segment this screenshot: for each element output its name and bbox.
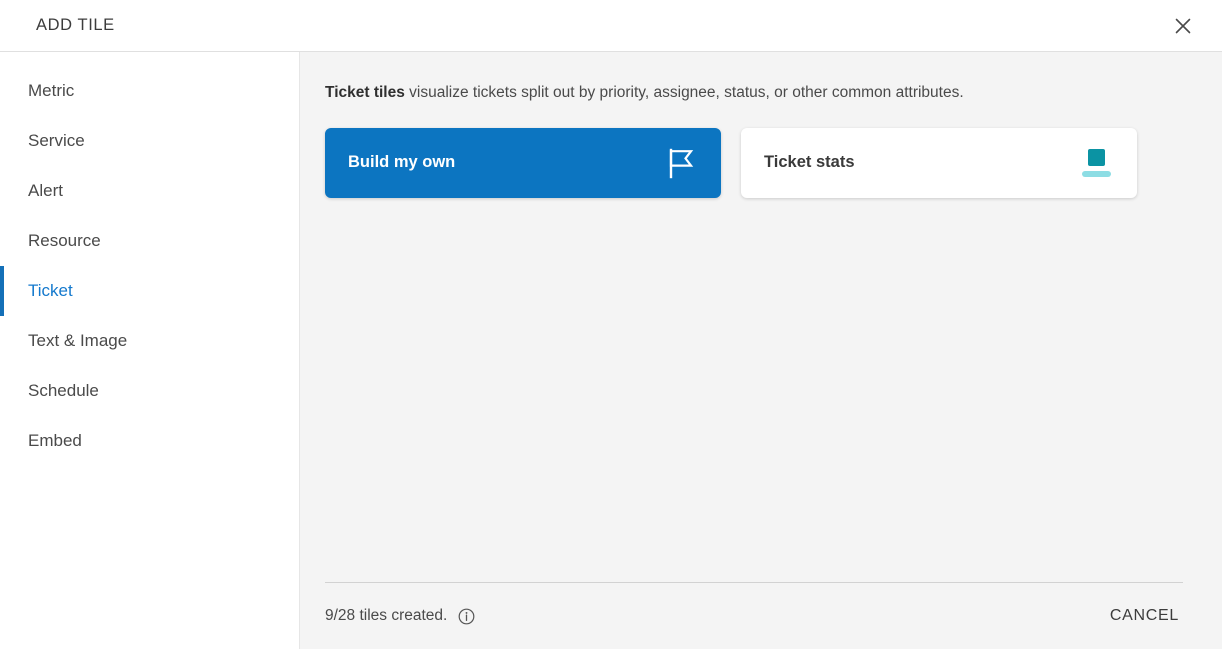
flag-icon <box>660 143 700 183</box>
tile-options-grid: Build my own Ticket stats <box>325 127 1183 198</box>
sidebar-item-label: Resource <box>28 231 101 250</box>
sidebar-item-label: Text & Image <box>28 331 128 350</box>
sidebar-item-label: Ticket <box>28 281 73 300</box>
close-button[interactable] <box>1166 9 1200 43</box>
tile-option-ticket-stats[interactable]: Ticket stats <box>741 127 1137 198</box>
tile-option-label: Build my own <box>348 153 456 172</box>
sidebar-item-label: Alert <box>28 181 63 200</box>
info-icon[interactable] <box>458 608 475 625</box>
sidebar-item-label: Metric <box>28 81 75 100</box>
sidebar-item-alert[interactable]: Alert <box>0 166 299 216</box>
category-sidebar: Metric Service Alert Resource Ticket Tex… <box>0 52 300 649</box>
dialog-body: Metric Service Alert Resource Ticket Tex… <box>0 52 1222 649</box>
sidebar-item-label: Service <box>28 131 85 150</box>
add-tile-dialog: ADD TILE Metric Service Alert Resource T… <box>0 0 1222 649</box>
sidebar-item-embed[interactable]: Embed <box>0 416 299 466</box>
tile-option-label: Ticket stats <box>764 153 855 172</box>
content-panel: Ticket tiles visualize tickets split out… <box>300 52 1222 649</box>
close-icon <box>1172 15 1194 37</box>
sidebar-item-ticket[interactable]: Ticket <box>0 266 299 316</box>
sidebar-item-resource[interactable]: Resource <box>0 216 299 266</box>
category-description-rest: visualize tickets split out by priority,… <box>404 84 964 101</box>
category-description: Ticket tiles visualize tickets split out… <box>325 82 1183 104</box>
tile-option-build-my-own[interactable]: Build my own <box>325 127 721 198</box>
page-title: ADD TILE <box>36 16 115 34</box>
cancel-button[interactable]: CANCEL <box>1106 601 1183 631</box>
dialog-header: ADD TILE <box>0 0 1222 52</box>
sidebar-item-text-and-image[interactable]: Text & Image <box>0 316 299 366</box>
category-description-strong: Ticket tiles <box>325 84 405 101</box>
tiles-created-count: 9/28 tiles created. <box>325 607 448 624</box>
sidebar-item-metric[interactable]: Metric <box>0 66 299 116</box>
dialog-footer: 9/28 tiles created. CANCEL <box>300 582 1222 649</box>
sidebar-item-label: Schedule <box>28 381 99 400</box>
stats-tile-icon <box>1076 143 1116 183</box>
sidebar-item-label: Embed <box>28 431 82 450</box>
sidebar-item-service[interactable]: Service <box>0 116 299 166</box>
sidebar-item-schedule[interactable]: Schedule <box>0 366 299 416</box>
footer-status: 9/28 tiles created. <box>325 607 475 625</box>
footer-row: 9/28 tiles created. CANCEL <box>325 583 1183 649</box>
content-inner: Ticket tiles visualize tickets split out… <box>300 52 1222 582</box>
